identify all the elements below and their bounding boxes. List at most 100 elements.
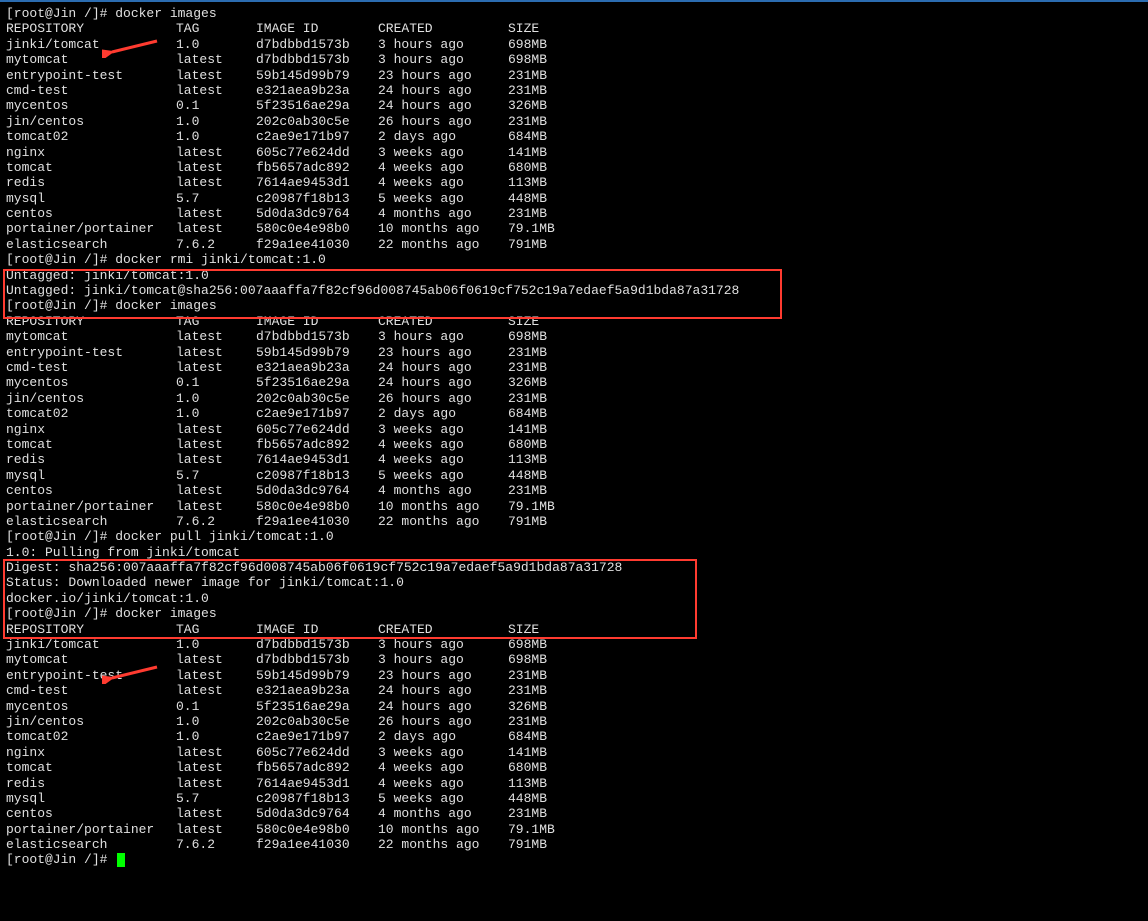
image-repository: jinki/tomcat	[6, 637, 176, 652]
image-id: fb5657adc892	[256, 160, 378, 175]
image-repository: jinki/tomcat	[6, 37, 176, 52]
image-created: 22 months ago	[378, 837, 508, 852]
image-size: 791MB	[508, 237, 547, 252]
image-repository: jin/centos	[6, 391, 176, 406]
image-size: 448MB	[508, 468, 547, 483]
image-size: 231MB	[508, 360, 547, 375]
rmi-output-line: Untagged: jinki/tomcat@sha256:007aaaffa7…	[6, 283, 739, 298]
image-created: 3 weeks ago	[378, 745, 508, 760]
image-id: 7614ae9453d1	[256, 776, 378, 791]
image-tag: latest	[176, 345, 256, 360]
image-created: 4 months ago	[378, 483, 508, 498]
image-size: 231MB	[508, 345, 547, 360]
image-repository: mysql	[6, 468, 176, 483]
image-id: d7bdbbd1573b	[256, 329, 378, 344]
image-id: 580c0e4e98b0	[256, 499, 378, 514]
image-id: 5d0da3dc9764	[256, 806, 378, 821]
col-header-repository: REPOSITORY	[6, 314, 176, 329]
image-id: 580c0e4e98b0	[256, 221, 378, 236]
image-id: 7614ae9453d1	[256, 452, 378, 467]
shell-prompt: [root@Jin /]#	[6, 529, 115, 544]
image-created: 2 days ago	[378, 406, 508, 421]
image-size: 680MB	[508, 760, 547, 775]
image-created: 4 weeks ago	[378, 175, 508, 190]
col-header-image-id: IMAGE ID	[256, 622, 378, 637]
image-tag: latest	[176, 360, 256, 375]
command-text: docker rmi jinki/tomcat:1.0	[115, 252, 326, 267]
image-repository: cmd-test	[6, 83, 176, 98]
image-created: 5 weeks ago	[378, 191, 508, 206]
image-size: 326MB	[508, 375, 547, 390]
image-created: 10 months ago	[378, 822, 508, 837]
col-header-size: SIZE	[508, 21, 539, 36]
terminal-output[interactable]: [root@Jin /]# docker imagesREPOSITORYTAG…	[0, 2, 1148, 872]
col-header-repository: REPOSITORY	[6, 622, 176, 637]
image-created: 24 hours ago	[378, 699, 508, 714]
image-size: 231MB	[508, 114, 547, 129]
image-created: 26 hours ago	[378, 114, 508, 129]
image-id: 202c0ab30c5e	[256, 391, 378, 406]
col-header-size: SIZE	[508, 622, 539, 637]
image-repository: tomcat	[6, 437, 176, 452]
image-tag: latest	[176, 745, 256, 760]
image-size: 231MB	[508, 483, 547, 498]
image-size: 141MB	[508, 145, 547, 160]
image-repository: tomcat	[6, 160, 176, 175]
image-repository: tomcat	[6, 760, 176, 775]
image-id: d7bdbbd1573b	[256, 652, 378, 667]
image-size: 79.1MB	[508, 499, 555, 514]
image-created: 23 hours ago	[378, 68, 508, 83]
image-size: 680MB	[508, 437, 547, 452]
image-id: c2ae9e171b97	[256, 406, 378, 421]
image-id: fb5657adc892	[256, 760, 378, 775]
image-created: 3 hours ago	[378, 637, 508, 652]
image-repository: nginx	[6, 145, 176, 160]
image-size: 448MB	[508, 791, 547, 806]
image-repository: portainer/portainer	[6, 499, 176, 514]
image-created: 23 hours ago	[378, 668, 508, 683]
image-id: c20987f18b13	[256, 191, 378, 206]
image-created: 3 weeks ago	[378, 422, 508, 437]
image-tag: 5.7	[176, 191, 256, 206]
image-tag: 5.7	[176, 468, 256, 483]
image-created: 10 months ago	[378, 221, 508, 236]
pull-output-line: Status: Downloaded newer image for jinki…	[6, 575, 404, 590]
image-tag: latest	[176, 483, 256, 498]
image-repository: entrypoint-test	[6, 345, 176, 360]
image-repository: redis	[6, 776, 176, 791]
image-size: 326MB	[508, 98, 547, 113]
image-repository: mytomcat	[6, 652, 176, 667]
image-created: 4 months ago	[378, 806, 508, 821]
image-created: 24 hours ago	[378, 375, 508, 390]
image-id: 5d0da3dc9764	[256, 206, 378, 221]
image-repository: tomcat02	[6, 729, 176, 744]
image-size: 698MB	[508, 52, 547, 67]
col-header-repository: REPOSITORY	[6, 21, 176, 36]
col-header-tag: TAG	[176, 314, 256, 329]
image-created: 22 months ago	[378, 237, 508, 252]
image-repository: cmd-test	[6, 683, 176, 698]
col-header-created: CREATED	[378, 21, 508, 36]
image-tag: 1.0	[176, 37, 256, 52]
image-id: 580c0e4e98b0	[256, 822, 378, 837]
image-tag: 1.0	[176, 391, 256, 406]
image-tag: latest	[176, 806, 256, 821]
command-text: docker images	[115, 6, 216, 21]
image-created: 2 days ago	[378, 729, 508, 744]
image-repository: jin/centos	[6, 714, 176, 729]
image-repository: redis	[6, 175, 176, 190]
image-size: 684MB	[508, 729, 547, 744]
image-tag: latest	[176, 221, 256, 236]
image-size: 231MB	[508, 391, 547, 406]
pull-output-line: 1.0: Pulling from jinki/tomcat	[6, 545, 240, 560]
image-id: e321aea9b23a	[256, 683, 378, 698]
image-repository: portainer/portainer	[6, 221, 176, 236]
image-created: 4 weeks ago	[378, 160, 508, 175]
image-size: 141MB	[508, 745, 547, 760]
image-id: 59b145d99b79	[256, 345, 378, 360]
image-id: 5f23516ae29a	[256, 375, 378, 390]
image-size: 231MB	[508, 806, 547, 821]
image-created: 10 months ago	[378, 499, 508, 514]
image-created: 4 weeks ago	[378, 776, 508, 791]
image-created: 24 hours ago	[378, 683, 508, 698]
